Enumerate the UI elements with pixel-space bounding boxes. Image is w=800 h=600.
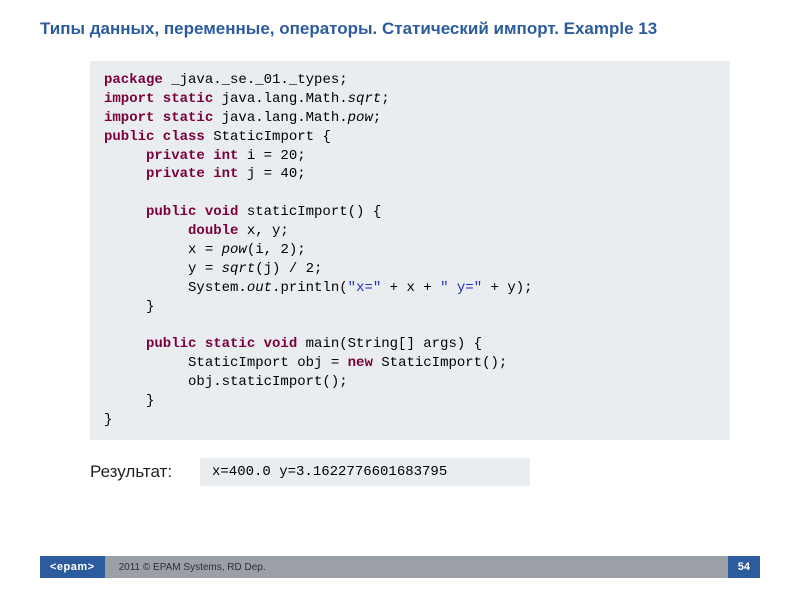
code-token: (j) / 2;: [255, 261, 322, 277]
code-token: private int: [104, 166, 238, 182]
code-token: "x=": [348, 280, 382, 296]
result-label: Результат:: [90, 462, 200, 482]
code-token: + x +: [381, 280, 440, 296]
code-token: }: [104, 412, 112, 428]
code-token: " y=": [440, 280, 482, 296]
code-token: }: [104, 299, 154, 315]
code-block: package _java._se._01._types; import sta…: [90, 61, 730, 440]
code-token: StaticImport {: [205, 129, 331, 145]
code-token: main(String[] args) {: [297, 336, 482, 352]
code-token: double: [104, 223, 238, 239]
code-token: _java._se._01._types;: [163, 72, 348, 88]
code-token: ;: [373, 110, 381, 126]
footer-logo: <epam>: [40, 556, 105, 578]
code-token: sqrt: [222, 261, 256, 277]
code-token: (i, 2);: [247, 242, 306, 258]
code-token: System.: [104, 280, 247, 296]
code-token: java.lang.Math.: [213, 110, 347, 126]
code-token: public static void: [104, 336, 297, 352]
footer: <epam> 2011 © EPAM Systems, RD Dep. 54: [40, 556, 760, 578]
code-token: j = 40;: [238, 166, 305, 182]
result-row: Результат: x=400.0 y=3.1622776601683795: [0, 452, 800, 486]
code-token: staticImport() {: [238, 204, 381, 220]
code-token: java.lang.Math.: [213, 91, 347, 107]
code-token: x =: [104, 242, 222, 258]
code-token: import static: [104, 110, 213, 126]
code-token: pow: [222, 242, 247, 258]
code-token: StaticImport obj =: [104, 355, 348, 371]
code-token: import static: [104, 91, 213, 107]
slide-title: Типы данных, переменные, операторы. Стат…: [0, 0, 800, 51]
code-token: .println(: [272, 280, 348, 296]
footer-page-number: 54: [728, 556, 760, 578]
code-token: }: [104, 393, 154, 409]
code-token: public class: [104, 129, 205, 145]
footer-copyright: 2011 © EPAM Systems, RD Dep.: [119, 562, 266, 573]
code-token: out: [247, 280, 272, 296]
code-token: ;: [381, 91, 389, 107]
code-token: StaticImport();: [373, 355, 507, 371]
code-token: package: [104, 72, 163, 88]
code-token: private int: [104, 148, 238, 164]
code-token: i = 20;: [238, 148, 305, 164]
code-token: + y);: [482, 280, 532, 296]
code-token: y =: [104, 261, 222, 277]
code-token: public void: [104, 204, 238, 220]
code-token: sqrt: [348, 91, 382, 107]
code-token: x, y;: [238, 223, 288, 239]
code-token: obj.staticImport();: [104, 374, 348, 390]
result-output: x=400.0 y=3.1622776601683795: [200, 458, 530, 486]
code-token: pow: [348, 110, 373, 126]
code-token: new: [348, 355, 373, 371]
